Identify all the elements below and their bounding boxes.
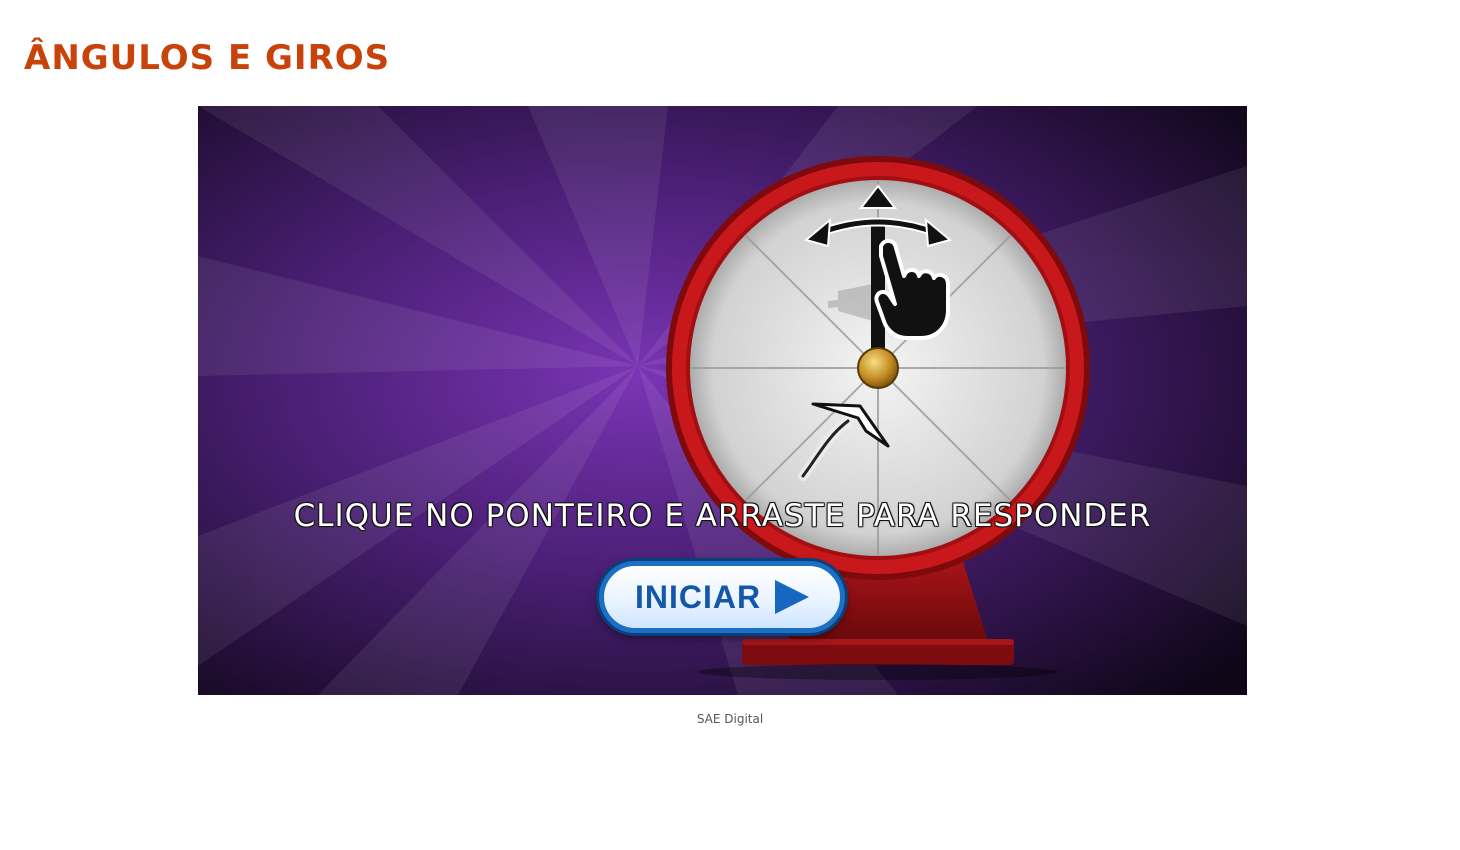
start-button-label: INICIAR: [634, 578, 762, 615]
page-title: ÂNGULOS E GIROS: [24, 38, 391, 78]
start-button[interactable]: INICIAR: [599, 561, 845, 633]
game-frame[interactable]: CLIQUE NO PONTEIRO E ARRASTE PARA RESPON…: [198, 106, 1247, 695]
play-icon: [775, 580, 810, 614]
caption: SAE Digital: [696, 712, 764, 726]
